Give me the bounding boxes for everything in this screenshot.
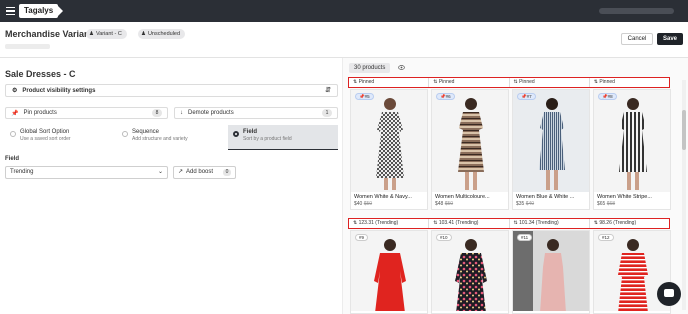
section-title: Sale Dresses - C	[5, 69, 76, 79]
sort-label: ⇅ Pinned	[589, 78, 669, 87]
radio-button[interactable]	[10, 131, 16, 137]
page-subtitle	[5, 44, 50, 49]
product-card[interactable]: 📌#7 Women Blue & White ... $35 $40	[512, 89, 590, 210]
demote-products-button[interactable]: ↓ Demote products 1	[174, 107, 338, 119]
sort-label: ⇅ 101.34 (Trending)	[509, 219, 590, 228]
settings-panel: Sale Dresses - C ⚙ Product visibility se…	[0, 58, 342, 314]
chat-icon[interactable]	[657, 282, 681, 306]
radio-button-selected[interactable]	[233, 131, 239, 137]
field-select[interactable]: Trending ⌄	[5, 166, 168, 179]
product-card[interactable]: #9	[350, 230, 428, 314]
product-price: $48 $50	[435, 201, 454, 207]
product-card[interactable]: #11	[512, 230, 590, 314]
boost-count: 0	[223, 169, 231, 176]
user-icon: ♟	[89, 31, 94, 37]
position-tag: 📌#5	[355, 93, 374, 100]
product-card[interactable]: 📌#8 Women White Stripe... $65 $68	[593, 89, 671, 210]
page-header: Merchandise Variant ♟ Variant - C ♟ Unsc…	[0, 22, 688, 58]
position-tag: 📌#6	[436, 93, 455, 100]
pin-count: 8	[152, 109, 162, 117]
radio-button[interactable]	[122, 131, 128, 137]
save-button[interactable]: Save	[657, 33, 683, 45]
variant-badge: ♟ Variant - C	[86, 29, 127, 39]
sort-label: ⇅ 123.31 (Trending)	[349, 219, 430, 228]
demote-count: 1	[322, 109, 332, 117]
product-price: $65 $68	[597, 201, 616, 207]
scrollbar-thumb[interactable]	[682, 110, 686, 150]
pin-icon: 📌	[11, 110, 19, 117]
product-card[interactable]: 📌#6 Women Multicoloure... $48 $50	[431, 89, 509, 210]
arrow-down-icon: ↓	[180, 110, 183, 116]
trending-label-row: ⇅ 123.31 (Trending) ⇅ 103.41 (Trending) …	[348, 218, 670, 229]
top-navbar: Tagalys	[0, 0, 688, 22]
product-image: #9	[351, 231, 427, 311]
sort-label: ⇅ Pinned	[429, 78, 510, 87]
trend-icon: ↗	[178, 169, 184, 175]
page-title: Merchandise Variant	[5, 29, 93, 39]
schedule-badge: ♟ Unscheduled	[138, 29, 186, 39]
product-card[interactable]: 📌#5 Women White & Navy... $40 $50	[350, 89, 428, 210]
product-name: Women White & Navy...	[354, 194, 412, 200]
product-name: Women Blue & White ...	[516, 194, 575, 200]
product-preview-panel: 30 products ⇅ Pinned ⇅ Pinned ⇅ Pinned ⇅…	[342, 58, 688, 314]
field-label: Field	[5, 156, 20, 162]
product-name: Women White Stripe...	[597, 194, 652, 200]
add-boost-button[interactable]: ↗ Add boost 0	[173, 166, 236, 179]
scrollbar[interactable]	[682, 80, 686, 310]
product-count: 30 products	[349, 63, 391, 73]
gear-icon: ⚙	[12, 88, 18, 94]
sort-option-global[interactable]: Global Sort Option Use a saved sort orde…	[5, 125, 115, 150]
user-icon: ♟	[141, 31, 146, 37]
product-card[interactable]: #10	[431, 230, 509, 314]
position-tag: #11	[517, 234, 533, 241]
product-image: 📌#5	[351, 90, 427, 192]
sort-label: ⇅ 103.41 (Trending)	[429, 219, 510, 228]
product-image: #11	[513, 231, 589, 311]
position-tag: 📌#7	[517, 93, 536, 100]
product-image: 📌#8	[594, 90, 670, 192]
product-image: 📌#7	[513, 90, 589, 192]
product-image: #10	[432, 231, 508, 311]
app-logo[interactable]: Tagalys	[19, 4, 64, 18]
position-tag: 📌#8	[598, 93, 617, 100]
sort-option-field[interactable]: Field Sort by a product field	[228, 125, 338, 150]
sort-label: ⇅ Pinned	[349, 78, 430, 87]
cancel-button[interactable]: Cancel	[621, 33, 653, 45]
menu-icon[interactable]	[6, 7, 15, 15]
eye-icon[interactable]	[398, 65, 405, 70]
account-menu[interactable]	[599, 8, 674, 14]
sort-label: ⇅ 98.26 (Trending)	[589, 219, 669, 228]
position-tag: #12	[598, 234, 614, 241]
position-tag: #10	[436, 234, 452, 241]
product-image: 📌#6	[432, 90, 508, 192]
product-price: $40 $50	[354, 201, 373, 207]
sort-label: ⇅ Pinned	[509, 78, 590, 87]
pinned-label-row: ⇅ Pinned ⇅ Pinned ⇅ Pinned ⇅ Pinned	[348, 77, 670, 88]
visibility-settings-toggle[interactable]: ⚙ Product visibility settings ⇵	[5, 84, 338, 97]
product-name: Women Multicoloure...	[435, 194, 490, 200]
pin-products-button[interactable]: 📌 Pin products 8	[5, 107, 168, 119]
sort-option-sequence[interactable]: Sequence Add structure and variety	[117, 125, 227, 150]
chevron-down-icon: ⌄	[157, 169, 163, 175]
position-tag: #9	[355, 234, 369, 241]
product-price: $35 $40	[516, 201, 535, 207]
expand-icon: ⇵	[325, 87, 331, 94]
